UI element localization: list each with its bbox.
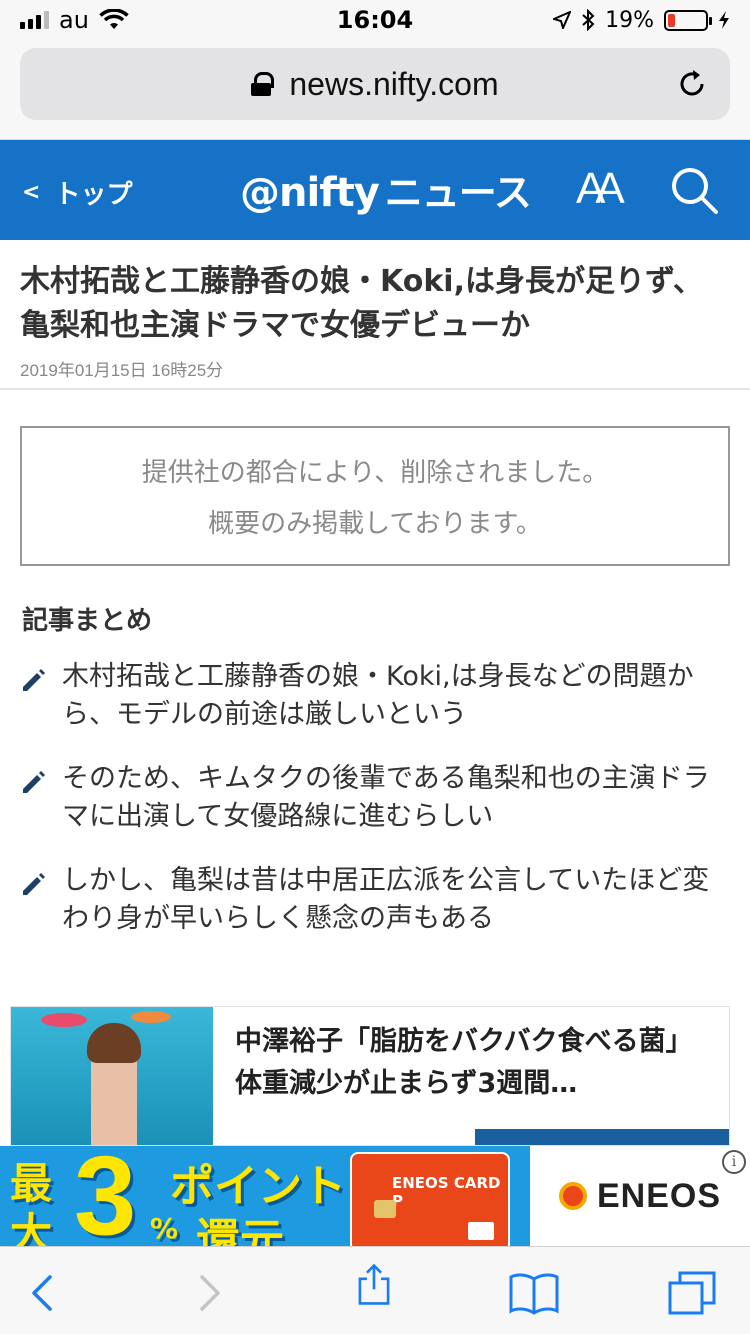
ad-text-percent: % bbox=[150, 1212, 179, 1245]
cellular-signal-icon bbox=[20, 11, 49, 29]
browser-toolbar bbox=[0, 1246, 750, 1334]
site-logo[interactable]: @nifty ニュース bbox=[240, 162, 532, 217]
chevron-left-icon: < bbox=[22, 180, 41, 205]
logo-brand: @nifty bbox=[240, 170, 380, 216]
summary-item-text: そのため、キムタクの後輩である亀梨和也の主演ドラマに出演して女優路線に進むらしい bbox=[62, 763, 710, 832]
notice-line-2: 概要のみ掲載しております。 bbox=[208, 509, 542, 539]
wifi-icon bbox=[99, 9, 129, 29]
ad-info-icon[interactable]: i bbox=[722, 1150, 746, 1174]
removal-notice: 提供社の都合により、削除されました。 概要のみ掲載しております。 bbox=[20, 426, 730, 566]
summary-item: 木村拓哉と工藤静香の娘・Koki,は身長などの問題から、モデルの前途は厳しいとい… bbox=[20, 658, 730, 734]
summary-item: しかし、亀梨は昔は中居正広派を公言していたほど変わり身が早いらしく懸念の声もある bbox=[20, 862, 730, 938]
battery-percent: 19% bbox=[605, 7, 654, 33]
location-icon bbox=[553, 11, 572, 29]
font-size-button[interactable]: AA bbox=[576, 164, 625, 214]
logo-news: ニュース bbox=[384, 171, 532, 215]
summary-item-text: 木村拓哉と工藤静香の娘・Koki,は身長などの問題から、モデルの前途は厳しいとい… bbox=[62, 661, 694, 730]
ad-text-dai: 大 bbox=[10, 1209, 53, 1246]
ad-text-kangen: 還元 bbox=[196, 1215, 284, 1246]
ad-card-label: ENEOS CARD P bbox=[392, 1174, 501, 1210]
site-header: < トップ @nifty ニュース AA bbox=[0, 140, 750, 240]
credit-card-image: ENEOS CARD P bbox=[350, 1152, 510, 1246]
article-title: 木村拓哉と工藤静香の娘・Koki,は身長が足りず、亀梨和也主演ドラマで女優デビュ… bbox=[20, 264, 703, 343]
bluetooth-icon bbox=[582, 9, 595, 31]
notice-line-1: 提供社の都合により、削除されました。 bbox=[141, 458, 609, 488]
pencil-icon bbox=[23, 669, 45, 691]
related-article-thumbnail bbox=[11, 1007, 213, 1145]
url-text: news.nifty.com bbox=[289, 65, 499, 102]
article-date: 2019年01月15日 16時25分 bbox=[20, 361, 224, 380]
pencil-icon bbox=[23, 873, 45, 895]
article-header: 木村拓哉と工藤静香の娘・Koki,は身長が足りず、亀梨和也主演ドラマで女優デビュ… bbox=[0, 240, 750, 390]
back-icon[interactable] bbox=[20, 1271, 64, 1315]
charging-icon bbox=[719, 11, 729, 29]
clock: 16:04 bbox=[336, 6, 414, 34]
tabs-icon[interactable] bbox=[668, 1271, 718, 1315]
related-article-accent-bar bbox=[475, 1129, 729, 1145]
ad-text-3: 3 bbox=[74, 1146, 137, 1246]
reload-icon[interactable] bbox=[676, 68, 708, 100]
forward-icon[interactable] bbox=[188, 1271, 232, 1315]
eneos-logo-icon bbox=[558, 1182, 587, 1210]
related-article-card[interactable]: 中澤裕子「脂肪をバクバク食べる菌」体重減少が止まらず3週間… bbox=[10, 1006, 730, 1146]
ad-brand-name: ENEOS bbox=[596, 1176, 722, 1215]
battery-icon bbox=[664, 9, 712, 31]
share-icon[interactable] bbox=[352, 1263, 396, 1307]
bookmarks-icon[interactable] bbox=[508, 1271, 560, 1315]
status-bar: au 16:04 19% bbox=[0, 0, 750, 40]
back-label: トップ bbox=[54, 180, 133, 210]
font-size-label: AA bbox=[576, 164, 625, 213]
lock-icon bbox=[251, 72, 275, 96]
carrier-label: au bbox=[59, 6, 89, 34]
summary-heading: 記事まとめ bbox=[22, 606, 153, 636]
ad-brand-panel: ENEOS i bbox=[530, 1146, 750, 1246]
ad-promo-panel: 最 大 3 % ポイント 還元 ENEOS CARD P bbox=[0, 1146, 530, 1246]
pencil-icon bbox=[23, 771, 45, 793]
ad-banner[interactable]: 最 大 3 % ポイント 還元 ENEOS CARD P ENEOS i bbox=[0, 1146, 750, 1246]
battery-level bbox=[668, 13, 675, 27]
search-icon[interactable] bbox=[668, 164, 720, 216]
summary-list: 木村拓哉と工藤静香の娘・Koki,は身長などの問題から、モデルの前途は厳しいとい… bbox=[20, 658, 730, 964]
status-right: 19% bbox=[480, 8, 730, 33]
browser-address-area: news.nifty.com bbox=[0, 40, 750, 140]
summary-item: そのため、キムタクの後輩である亀梨和也の主演ドラマに出演して女優路線に進むらしい bbox=[20, 760, 730, 836]
address-bar[interactable]: news.nifty.com bbox=[20, 48, 730, 120]
back-to-top-link[interactable]: < トップ bbox=[22, 174, 132, 211]
status-left: au bbox=[20, 6, 270, 34]
summary-item-text: しかし、亀梨は昔は中居正広派を公言していたほど変わり身が早いらしく懸念の声もある bbox=[62, 865, 710, 934]
related-article-title: 中澤裕子「脂肪をバクバク食べる菌」体重減少が止まらず3週間… bbox=[235, 1026, 693, 1099]
